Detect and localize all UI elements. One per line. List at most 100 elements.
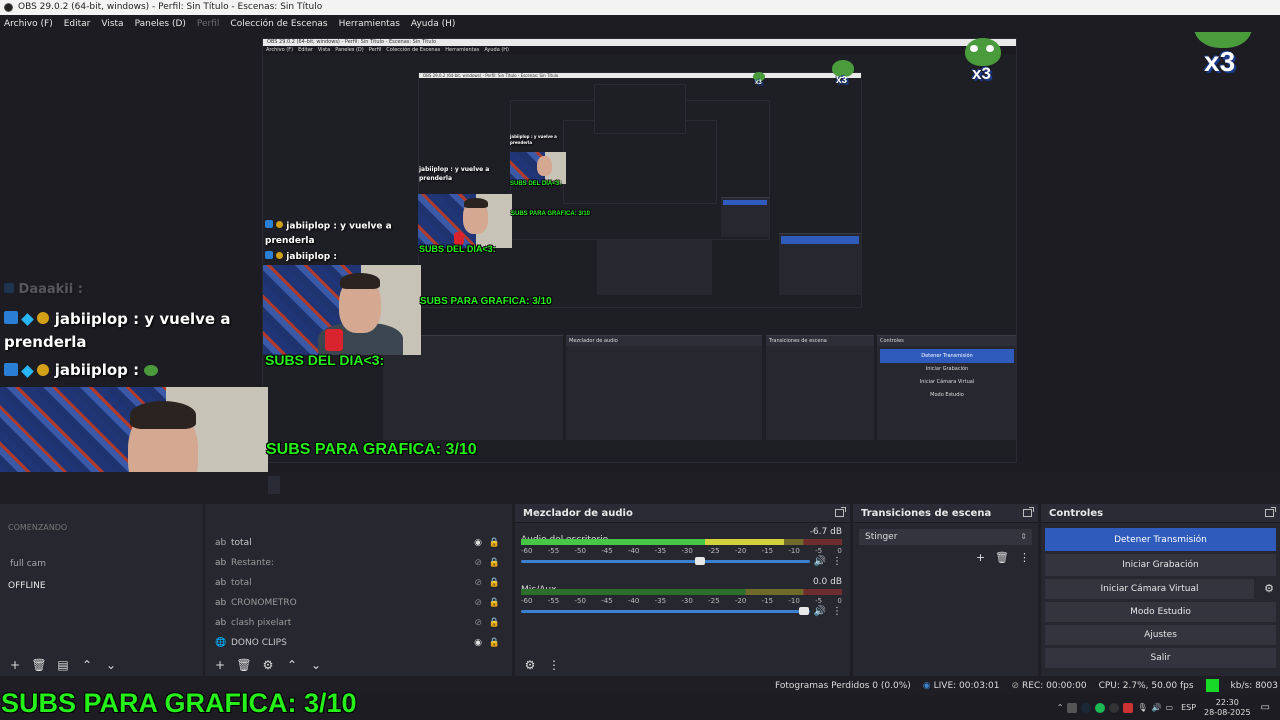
add-transition-button[interactable]: +: [976, 551, 985, 564]
source-move-up-button[interactable]: ⌃: [283, 657, 301, 673]
scene-move-down-button[interactable]: ⌄: [102, 657, 120, 673]
menu-vista[interactable]: Vista: [101, 19, 123, 29]
exit-button[interactable]: Salir: [1045, 648, 1276, 668]
source-item[interactable]: 🌐 DONO CLIPS ◉ 🔒: [205, 633, 512, 653]
scene-item-faded[interactable]: COMENZANDO: [0, 523, 203, 537]
visibility-hidden-icon[interactable]: ⊘: [474, 578, 482, 588]
meter-ticks: -60 -55 -50 -45 -40 -35 -30 -25 -20 -15 -10 -5 0: [521, 547, 842, 557]
meter-tick-label: -30: [681, 547, 693, 555]
language-indicator[interactable]: ESP: [1181, 703, 1196, 712]
scene-item-offline[interactable]: OFFLINE: [0, 577, 203, 595]
visibility-hidden-icon[interactable]: ⊘: [474, 558, 482, 568]
lock-icon[interactable]: 🔒: [489, 558, 500, 568]
webcam-nested-2: [418, 194, 512, 248]
scene-filters-button[interactable]: ▤: [54, 657, 72, 673]
settings-button[interactable]: Ajustes: [1045, 625, 1276, 645]
add-scene-button[interactable]: +: [6, 657, 24, 673]
transition-select[interactable]: Stinger: [859, 529, 1032, 545]
remove-scene-button[interactable]: 🗑: [30, 657, 48, 673]
nested-menu: Archivo (F) Editar Vista Paneles (D) Perfil C…: [263, 46, 1016, 54]
stop-streaming-button[interactable]: Detener Transmisión: [1045, 528, 1276, 551]
network-icon[interactable]: ▭: [1166, 703, 1174, 713]
subs-del-dia-nested-2: SUBS DEL DIA<3:: [419, 244, 496, 254]
speaker-icon[interactable]: 🔊: [814, 606, 826, 617]
audio-mixer-header: Mezclador de audio: [515, 504, 850, 523]
visibility-hidden-icon[interactable]: ⊘: [474, 598, 482, 608]
menu-ayuda[interactable]: Ayuda (H): [411, 19, 455, 29]
source-item[interactable]: ab CRONOMETRO ⊘ 🔒: [205, 593, 512, 613]
meter-tick-label: -25: [708, 547, 720, 555]
rec-time: REC: 00:00:00: [1022, 680, 1087, 691]
volume-slider[interactable]: [521, 557, 810, 565]
source-item[interactable]: ab total ⊘ 🔒: [205, 573, 512, 593]
start-recording-button[interactable]: Iniciar Grabación: [1045, 554, 1276, 576]
chat-message-2: jabiiplop :: [4, 361, 159, 380]
visibility-eye-icon[interactable]: ◉: [474, 638, 482, 648]
source-item[interactable]: ab clash pixelart ⊘ 🔒: [205, 613, 512, 633]
webcam-nested-1: [263, 265, 421, 355]
scene-move-up-button[interactable]: ⌃: [78, 657, 96, 673]
notification-icon[interactable]: ▭: [1261, 702, 1270, 713]
source-item[interactable]: ab total ◉ 🔒: [205, 533, 512, 553]
menu-paneles[interactable]: Paneles (D): [135, 19, 186, 29]
nested-transitions-panel: Transiciones de escena: [766, 335, 874, 440]
lock-icon[interactable]: 🔒: [489, 618, 500, 628]
clock[interactable]: 22:30 28-08-2025: [1204, 698, 1251, 718]
webcam-main: [0, 387, 268, 472]
microphone-icon[interactable]: 🎙: [1137, 703, 1147, 713]
controls-header: Controles: [1041, 504, 1280, 523]
popout-icon[interactable]: [835, 507, 846, 517]
chevron-up-icon[interactable]: ⌃: [1057, 703, 1064, 713]
source-properties-gear-icon[interactable]: ⚙: [259, 657, 277, 673]
menu-coleccion-escenas[interactable]: Colección de Escenas: [230, 19, 327, 29]
shield-icon[interactable]: [1123, 702, 1134, 713]
chat-username: jabiiplop: [54, 310, 128, 328]
transition-menu-icon[interactable]: ⋮: [1019, 551, 1030, 564]
meter-tick-label: -35: [654, 597, 667, 605]
visibility-eye-icon[interactable]: ◉: [474, 538, 482, 548]
steam-icon[interactable]: [1081, 702, 1092, 713]
lock-icon[interactable]: 🔒: [489, 538, 500, 548]
start-virtual-camera-button[interactable]: Iniciar Cámara Virtual: [1045, 579, 1254, 599]
meter-tick-label: -15: [761, 597, 774, 605]
source-move-down-button[interactable]: ⌄: [307, 657, 325, 673]
remove-source-button[interactable]: 🗑: [235, 657, 253, 673]
visibility-hidden-icon[interactable]: ⊘: [474, 618, 482, 628]
subs-grafica-nested-1: SUBS PARA GRAFICA: 3/10: [266, 441, 477, 458]
menu-archivo[interactable]: Archivo (F): [4, 19, 53, 29]
text-icon: ab: [215, 578, 227, 588]
studio-mode-button[interactable]: Modo Estudio: [1045, 602, 1276, 622]
add-source-button[interactable]: +: [211, 657, 229, 673]
virtual-camera-settings-gear-icon[interactable]: ⚙: [1264, 582, 1274, 595]
text-icon: ab: [215, 558, 227, 568]
lock-icon[interactable]: 🔒: [489, 578, 500, 588]
preview-canvas[interactable]: OBS 29.0.2 (64-bit, windows) - Perfil: S…: [0, 32, 1280, 472]
spotify-icon[interactable]: [1095, 702, 1106, 713]
speaker-icon[interactable]: 🔊: [814, 556, 826, 567]
volume-slider[interactable]: [521, 607, 810, 615]
popout-icon[interactable]: [1023, 507, 1034, 517]
source-item[interactable]: ab Restante: ⊘ 🔒: [205, 553, 512, 573]
menu-herramientas[interactable]: Herramientas: [339, 19, 400, 29]
remove-transition-button[interactable]: 🗑: [995, 551, 1009, 564]
menu-bar: Archivo (F) Editar Vista Paneles (D) Per…: [0, 15, 1280, 32]
frog-x3-badge-small: x3: [830, 60, 856, 90]
lock-icon[interactable]: 🔒: [489, 638, 500, 648]
volume-icon[interactable]: 🔊: [1152, 703, 1162, 713]
meter-tick-label: -55: [547, 597, 560, 605]
tray-app-icon[interactable]: [1067, 702, 1078, 713]
menu-editar[interactable]: Editar: [64, 19, 91, 29]
obs-tray-icon[interactable]: [1109, 702, 1120, 713]
text-icon: ab: [215, 618, 227, 628]
lock-icon[interactable]: 🔒: [489, 598, 500, 608]
channel-menu-icon[interactable]: ⋮: [832, 606, 842, 617]
channel-menu-icon[interactable]: ⋮: [832, 556, 842, 567]
scene-item-full-cam[interactable]: full cam: [0, 551, 203, 577]
chat-message-1: jabiiplop : y vuelve a prenderla: [4, 308, 266, 354]
subs-del-dia-nested-3: SUBS DEL DIA<3:: [510, 181, 562, 187]
mixer-menu-icon[interactable]: ⋮: [545, 657, 563, 673]
advanced-audio-gear-icon[interactable]: ⚙: [521, 657, 539, 673]
meter-tick-label: -60: [521, 597, 533, 605]
popout-icon[interactable]: [1265, 507, 1276, 517]
cpu-usage: CPU: 2.7%, 50.00 fps: [1098, 680, 1194, 691]
